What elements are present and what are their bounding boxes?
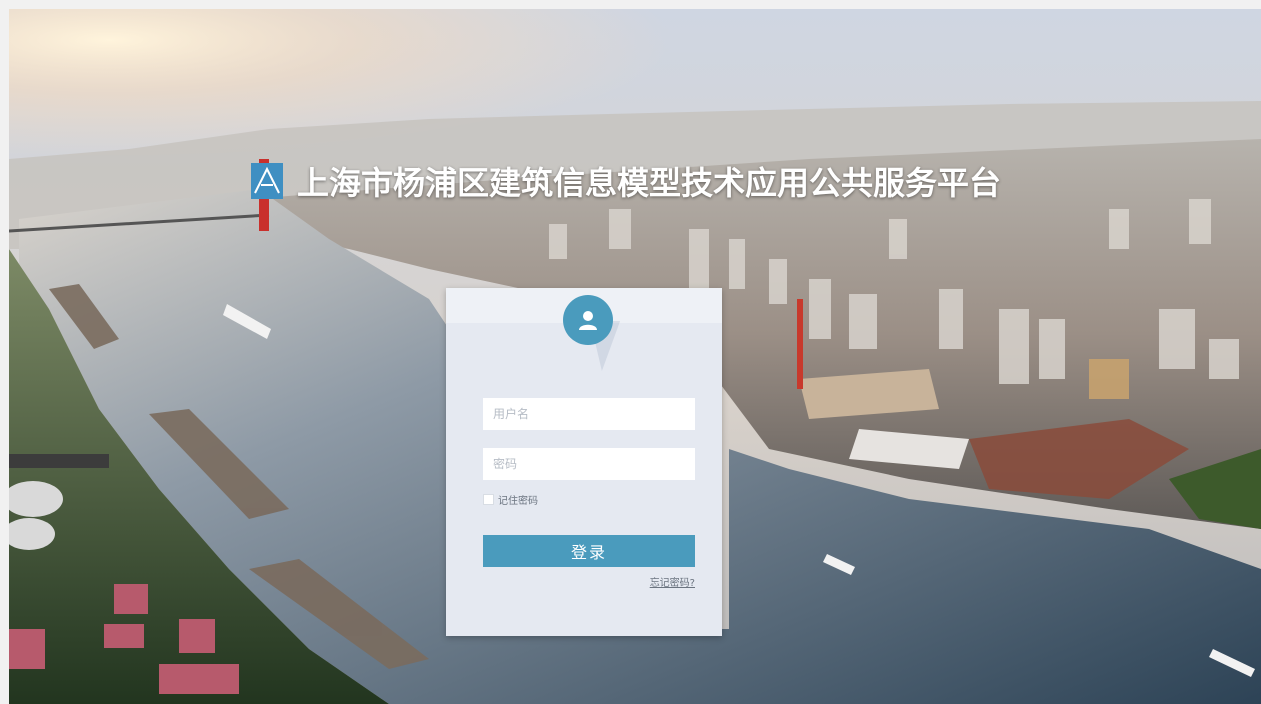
user-glyph-icon <box>579 311 597 330</box>
page-frame: 上海市杨浦区建筑信息模型技术应用公共服务平台 记住密码 登录 忘记密码? <box>9 9 1261 704</box>
login-panel: 记住密码 登录 忘记密码? <box>446 288 722 636</box>
page-title: 上海市杨浦区建筑信息模型技术应用公共服务平台 <box>297 164 1002 202</box>
title-row: 上海市杨浦区建筑信息模型技术应用公共服务平台 <box>251 159 1001 203</box>
login-button[interactable]: 登录 <box>483 535 695 567</box>
username-input[interactable] <box>483 398 695 430</box>
password-input[interactable] <box>483 448 695 480</box>
platform-logo-icon <box>251 163 283 199</box>
forgot-password-link[interactable]: 忘记密码? <box>650 574 695 589</box>
remember-password-checkbox[interactable] <box>483 494 494 505</box>
user-icon <box>563 295 613 345</box>
remember-password-label: 记住密码 <box>498 496 538 507</box>
remember-password[interactable]: 记住密码 <box>483 492 538 507</box>
